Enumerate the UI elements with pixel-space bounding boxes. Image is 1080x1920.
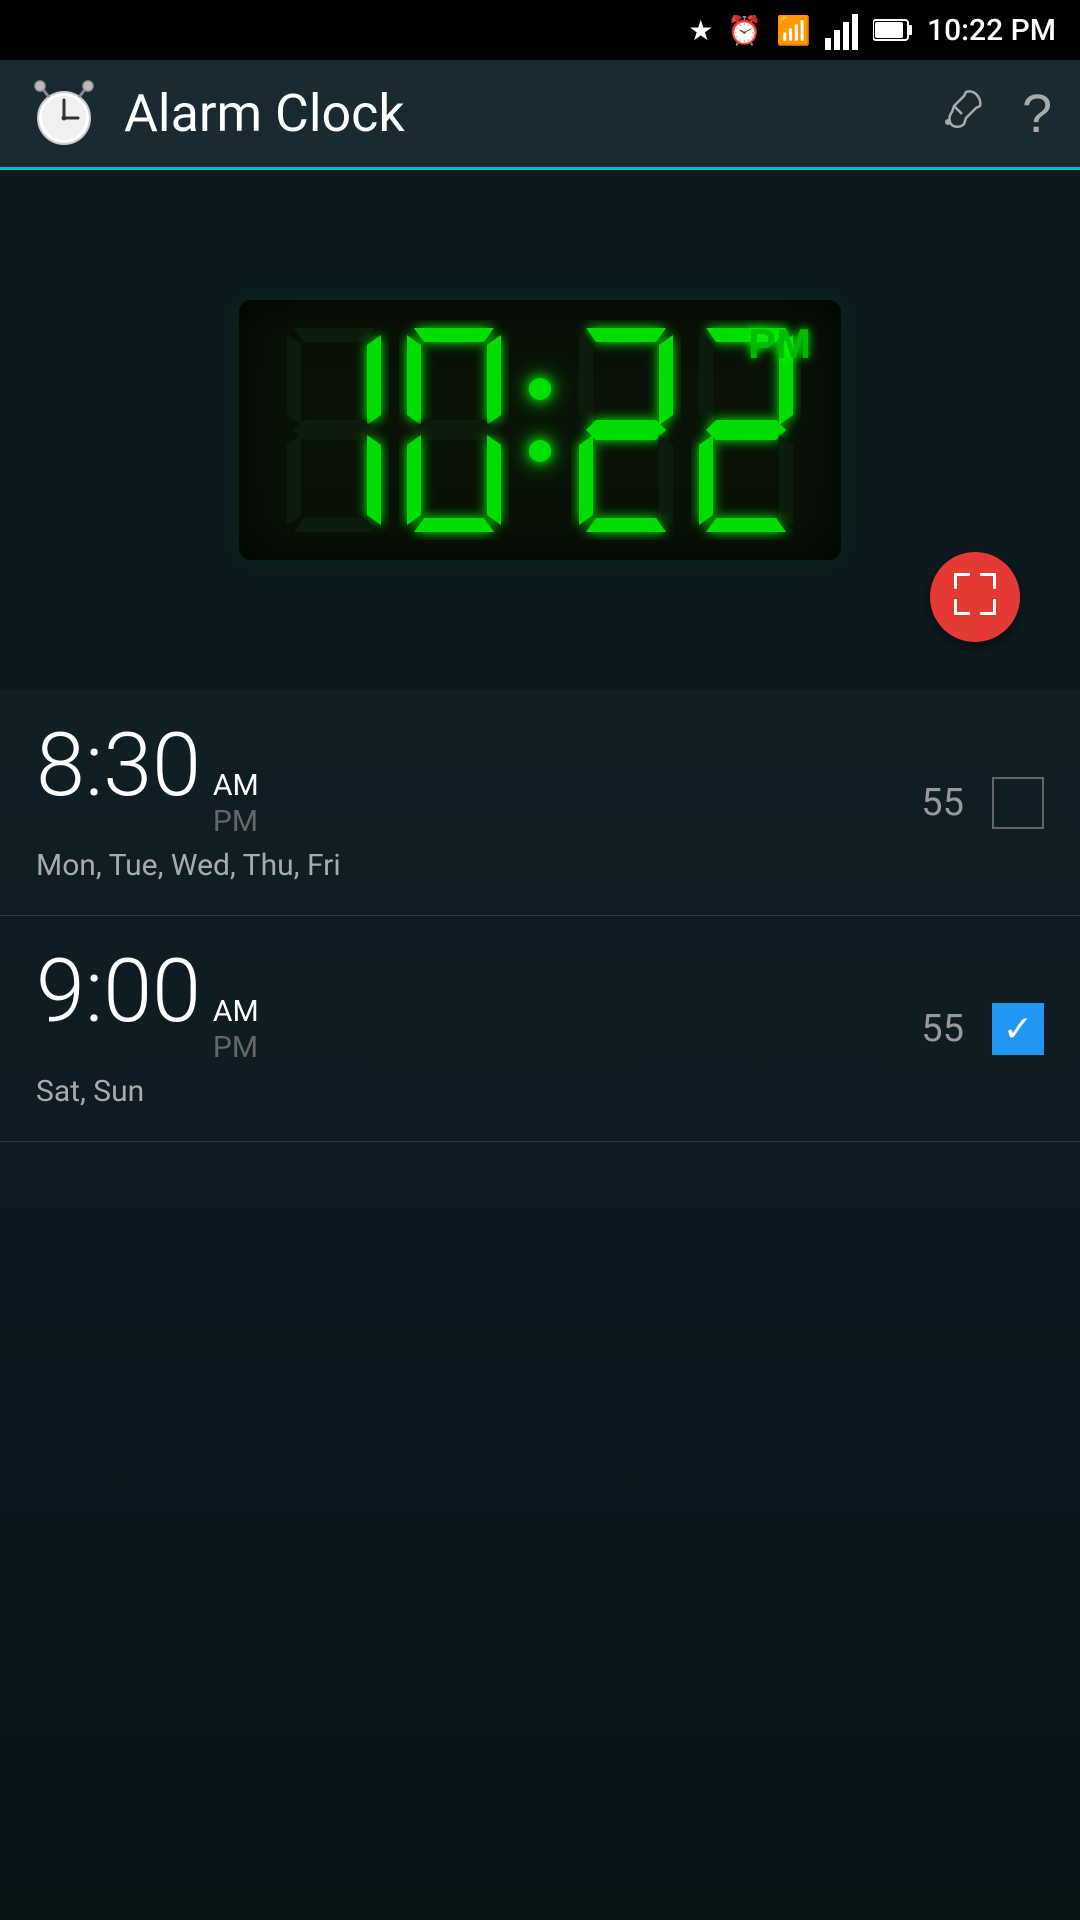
alarm-2-snooze: 55 (921, 1007, 964, 1051)
alarm-1-controls: 55 (921, 777, 1044, 829)
bluetooth-icon: ★ (688, 14, 713, 47)
colon-separator (519, 378, 561, 482)
alarm-icon: ⏰ (727, 14, 762, 47)
signal-icon (825, 10, 859, 50)
alarm-1-time-block: 8:30 AM PM Mon, Tue, Wed, Thu, Fri (36, 722, 921, 883)
app-header: Alarm Clock ? (0, 60, 1080, 170)
help-button[interactable]: ? (1022, 83, 1052, 145)
alarm-1-days: Mon, Tue, Wed, Thu, Fri (36, 848, 921, 883)
alarm-2-time-block: 9:00 AM PM Sat, Sun (36, 948, 921, 1109)
alarm-2-pm: PM (213, 1030, 259, 1066)
digit-1 (279, 320, 389, 540)
wrench-icon (934, 82, 986, 134)
header-actions: ? (934, 82, 1052, 146)
alarm-1-toggle[interactable] (992, 777, 1044, 829)
alarm-item-2[interactable]: 9:00 AM PM Sat, Sun 55 ✓ (0, 916, 1080, 1142)
alarm-list: 8:30 AM PM Mon, Tue, Wed, Thu, Fri 55 9:… (0, 690, 1080, 1920)
digital-time-display (279, 320, 801, 540)
alarm-1-pm: PM (213, 804, 259, 840)
lcd-display: PM (239, 300, 841, 560)
status-bar: ★ ⏰ 📶 10:22 PM (0, 0, 1080, 60)
app-title: Alarm Clock (124, 83, 934, 144)
alarm-1-ampm: AM PM (213, 768, 259, 840)
alarm-1-snooze: 55 (921, 781, 964, 825)
alarm-1-time: 8:30 (36, 722, 201, 810)
alarm-2-time: 9:00 (36, 948, 201, 1036)
alarm-1-am: AM (213, 768, 259, 804)
digit-0 (399, 320, 509, 540)
status-icons: ★ ⏰ 📶 10:22 PM (688, 10, 1056, 50)
digit-2 (571, 320, 681, 540)
clock-display-area: PM (0, 170, 1080, 690)
question-mark-icon: ? (1022, 84, 1052, 144)
checkmark-icon: ✓ (1003, 1011, 1033, 1047)
app-logo (28, 78, 100, 150)
alarm-2-days: Sat, Sun (36, 1074, 921, 1109)
expand-icon (950, 569, 1000, 626)
alarm-item-1[interactable]: 8:30 AM PM Mon, Tue, Wed, Thu, Fri 55 (0, 690, 1080, 916)
am-pm-indicator: PM (748, 320, 811, 368)
alarm-2-am: AM (213, 994, 259, 1030)
wifi-icon: 📶 (776, 14, 811, 47)
status-time: 10:22 PM (927, 13, 1056, 48)
expand-button[interactable] (930, 552, 1020, 642)
settings-button[interactable] (934, 82, 986, 146)
alarm-2-ampm: AM PM (213, 994, 259, 1066)
battery-icon (873, 16, 913, 44)
alarm-2-toggle[interactable]: ✓ (992, 1003, 1044, 1055)
alarm-2-controls: 55 ✓ (921, 1003, 1044, 1055)
